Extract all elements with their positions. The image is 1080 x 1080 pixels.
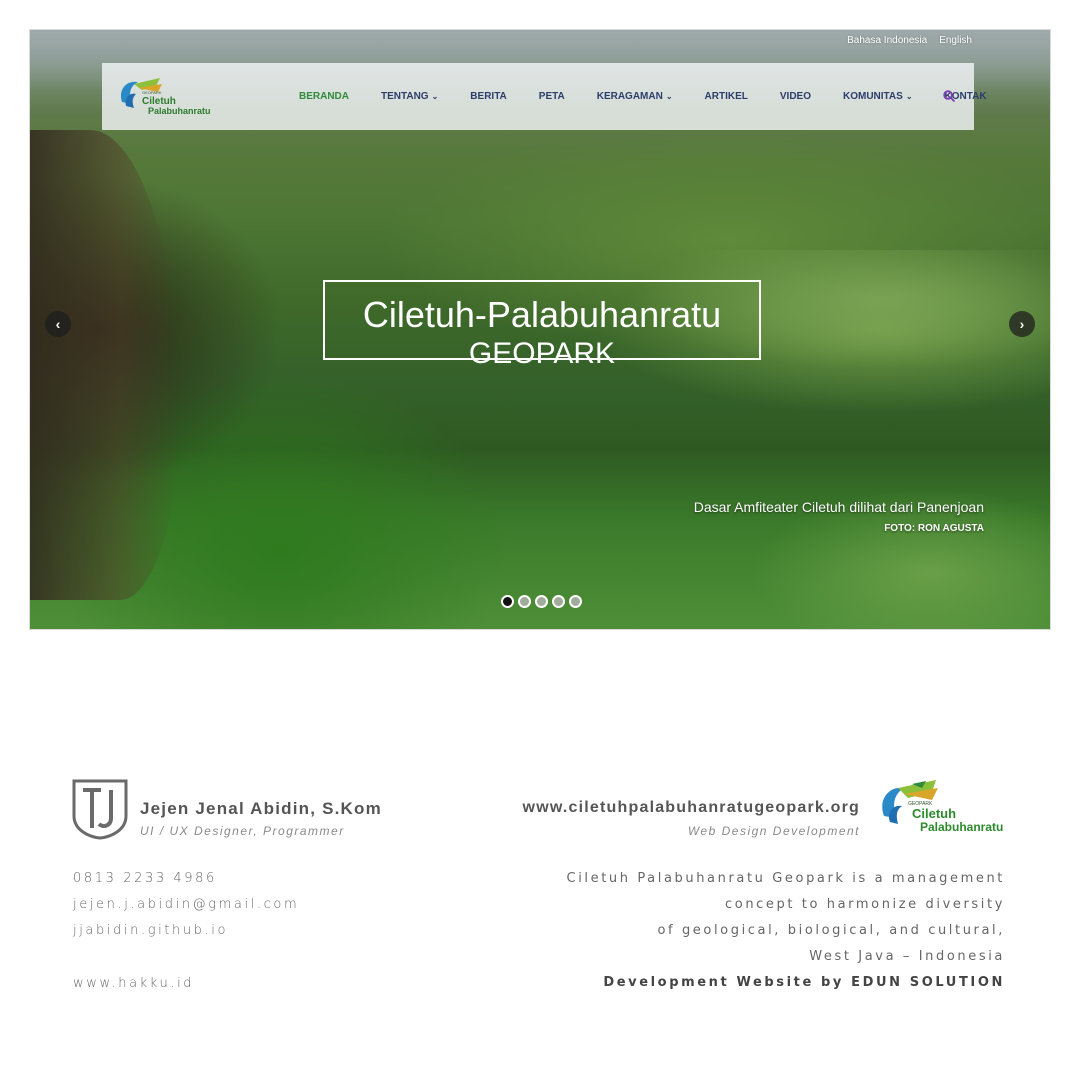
- website-hero-screenshot: Bahasa Indonesia English GEOPARK Ciletuh…: [29, 29, 1051, 630]
- nav-item-keragaman[interactable]: KERAGAMAN ⌄: [597, 91, 673, 102]
- author-phone: 0813 2233 4986: [73, 871, 217, 886]
- carousel-dot[interactable]: [552, 595, 565, 608]
- author-contact: 0813 2233 4986 jejen.j.abidin@gmail.com …: [73, 866, 299, 997]
- nav-item-beranda[interactable]: BERANDA: [299, 91, 349, 102]
- author-email[interactable]: jejen.j.abidin@gmail.com: [73, 892, 299, 918]
- description-line: of geological, biological, and cultural,: [657, 923, 1005, 938]
- development-credit: Development Website by EDUN SOLUTION: [603, 975, 1005, 990]
- carousel-dot[interactable]: [518, 595, 531, 608]
- chevron-left-icon: ‹: [55, 316, 61, 332]
- author-monogram-logo: [72, 779, 128, 840]
- carousel-dot[interactable]: [569, 595, 582, 608]
- author-github[interactable]: jjabidin.github.io: [73, 918, 299, 944]
- nav-item-peta[interactable]: PETA: [539, 91, 565, 102]
- author-site[interactable]: www.hakku.id: [73, 971, 299, 997]
- nav-item-video[interactable]: VIDEO: [780, 91, 811, 102]
- project-url[interactable]: www.ciletuhpalabuhanratugeopark.org: [523, 799, 860, 817]
- chevron-down-icon: ⌄: [905, 92, 913, 101]
- hero-title: Ciletuh-Palabuhanratu: [362, 294, 722, 335]
- geopark-logo: GEOPARK Ciletuh Palabuhanratu: [882, 780, 1003, 834]
- carousel-next-button[interactable]: ›: [1009, 311, 1035, 337]
- hero-title-box: Ciletuh-Palabuhanratu GEOPARK: [323, 280, 761, 371]
- caption-title: Dasar Amfiteater Ciletuh dilihat dari Pa…: [693, 499, 984, 515]
- nav-item-tentang[interactable]: TENTANG ⌄: [381, 91, 438, 102]
- svg-text:Palabuhanratu: Palabuhanratu: [148, 106, 211, 116]
- project-description: Ciletuh Palabuhanratu Geopark is a manag…: [567, 866, 1005, 996]
- description-line: Ciletuh Palabuhanratu Geopark is a manag…: [566, 871, 1005, 886]
- description-line: concept to harmonize diversity: [725, 897, 1005, 912]
- carousel-prev-button[interactable]: ‹: [45, 311, 71, 337]
- carousel-dot[interactable]: [501, 595, 514, 608]
- nav-item-komunitas[interactable]: KOMUNITAS ⌄: [843, 91, 913, 102]
- geopark-logo[interactable]: GEOPARK Ciletuh Palabuhanratu: [116, 72, 226, 122]
- nav-item-artikel[interactable]: ARTIKEL: [705, 91, 748, 102]
- author-name: Jejen Jenal Abidin, S.Kom: [140, 799, 382, 818]
- cliff-rock: [30, 130, 180, 600]
- chevron-down-icon: ⌄: [665, 92, 673, 101]
- description-line: West Java – Indonesia: [809, 949, 1005, 964]
- nav-item-berita[interactable]: BERITA: [470, 91, 506, 102]
- search-icon[interactable]: [942, 89, 956, 103]
- main-navbar: GEOPARK Ciletuh Palabuhanratu BERANDA TE…: [102, 63, 987, 130]
- svg-text:GEOPARK: GEOPARK: [142, 90, 162, 95]
- project-subtitle: Web Design Development: [687, 824, 860, 838]
- carousel-dot[interactable]: [535, 595, 548, 608]
- slide-caption: Dasar Amfiteater Ciletuh dilihat dari Pa…: [694, 499, 984, 534]
- chevron-right-icon: ›: [1019, 316, 1025, 332]
- carousel-indicators: [501, 595, 582, 608]
- nav-menu: BERANDA TENTANG ⌄ BERITA PETA KERAGAMAN ⌄ …: [299, 63, 1019, 130]
- svg-text:Ciletuh: Ciletuh: [912, 806, 956, 821]
- language-english-link[interactable]: English: [939, 35, 972, 46]
- photo-credit: FOTO: RON AGUSTA: [884, 523, 984, 534]
- hero-subtitle: GEOPARK: [458, 337, 626, 371]
- language-switcher: Bahasa Indonesia English: [847, 35, 972, 46]
- author-role: UI / UX Designer, Programmer: [140, 824, 345, 838]
- svg-text:Palabuhanratu: Palabuhanratu: [920, 820, 1003, 834]
- language-indonesia-link[interactable]: Bahasa Indonesia: [847, 35, 927, 46]
- chevron-down-icon: ⌄: [431, 92, 439, 101]
